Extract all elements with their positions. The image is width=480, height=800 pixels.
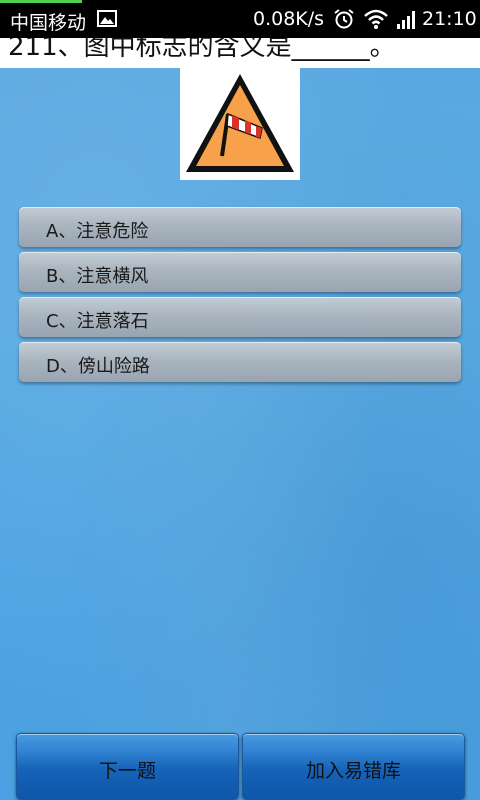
option-a[interactable]: A、注意危险 [19,207,461,247]
next-question-label: 下一题 [98,760,156,782]
carrier-name: 中国移动 [10,12,87,34]
option-a-label: A、注意危险 [46,221,149,242]
alarm-icon [334,9,354,29]
image-notification-icon [97,10,117,27]
clock: 21:10 [422,8,477,30]
network-speed: 0.08K/s [253,8,325,30]
option-b[interactable]: B、注意横风 [19,252,461,292]
add-to-mistakes-label: 加入易错库 [305,760,401,782]
status-bar: 中国移动 0.08K/s 21:10 [0,0,480,38]
question-header: 211、图中标志的含义是______。 [0,38,480,68]
option-c-label: C、注意落石 [46,311,149,332]
next-question-button[interactable]: 下一题 [16,733,239,800]
option-b-label: B、注意横风 [46,266,149,287]
option-c[interactable]: C、注意落石 [19,297,461,337]
question-text: 211、图中标志的含义是______。 [8,38,396,62]
option-d-label: D、傍山险路 [46,356,150,377]
question-image [180,68,300,180]
option-d[interactable]: D、傍山险路 [19,342,461,382]
signal-icon [397,11,415,29]
add-to-mistakes-button[interactable]: 加入易错库 [242,733,465,800]
status-indicator-line [0,0,82,3]
crosswind-warning-sign-icon [186,74,294,172]
wifi-icon [364,9,388,29]
